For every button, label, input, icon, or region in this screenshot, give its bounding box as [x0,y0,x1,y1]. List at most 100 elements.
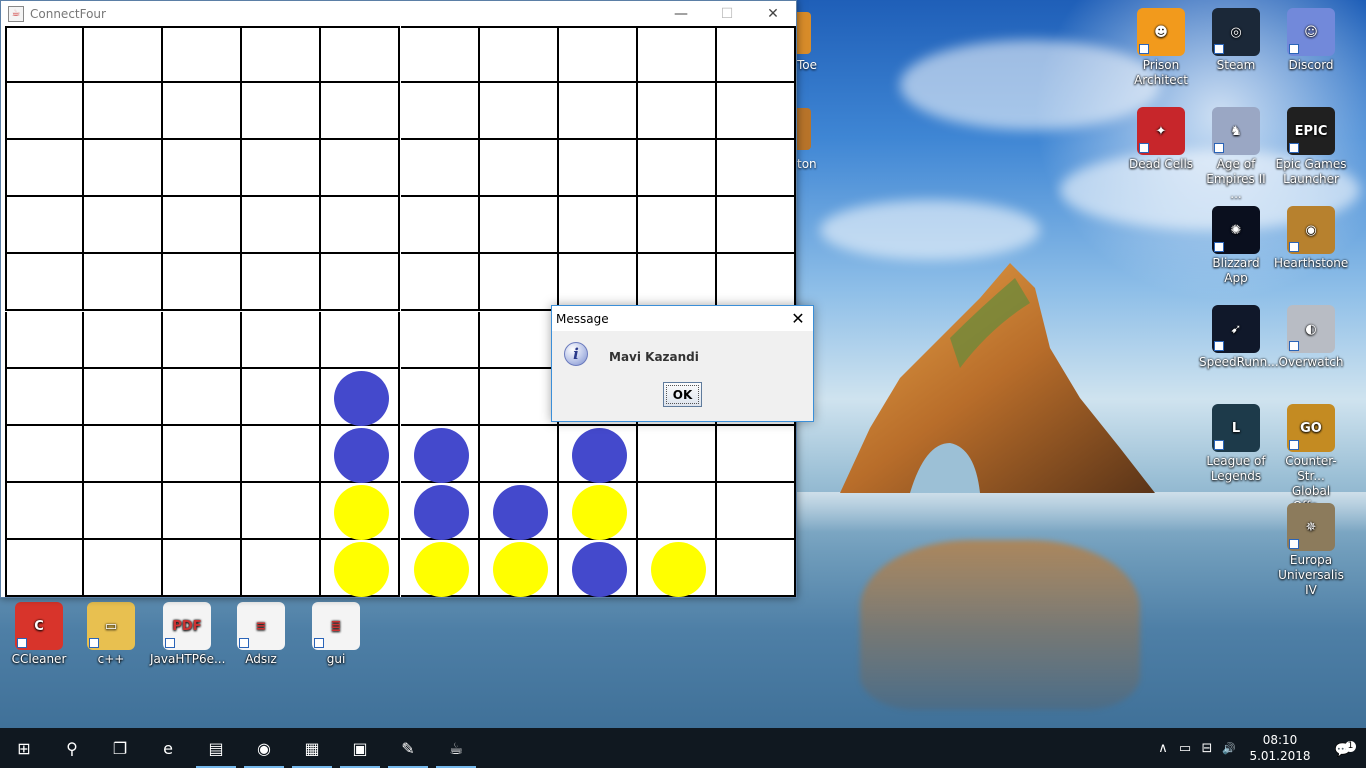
minimize-button[interactable]: — [658,1,704,26]
board-cell[interactable] [163,368,243,426]
desktop-icon-dead-cells[interactable]: ✦ Dead Cells [1124,107,1198,172]
board-cell[interactable] [479,254,559,312]
board-cell[interactable] [242,197,322,255]
volume-icon[interactable]: 🔊 [1218,742,1240,755]
close-button[interactable]: ✕ [750,1,796,26]
board-cell[interactable] [163,140,243,198]
virtualbox-button[interactable]: ▣ [336,728,384,768]
board-cell[interactable] [479,197,559,255]
desktop-icon-blizzard-app[interactable]: ✺ Blizzard App [1199,206,1273,286]
task-view-button[interactable]: ❐ [96,728,144,768]
desktop-icon-speedrunners[interactable]: ➹ SpeedRunn... [1199,305,1279,370]
board-cell[interactable] [400,140,480,198]
desktop-icon-hearthstone[interactable]: ◉ Hearthstone [1274,206,1348,271]
board-cell[interactable] [479,26,559,84]
board-cell[interactable] [479,368,559,426]
chrome-button[interactable]: ◉ [240,728,288,768]
board-cell[interactable] [400,83,480,141]
board-cell[interactable] [5,83,85,141]
board-cell[interactable] [558,254,638,312]
board-cell[interactable] [163,83,243,141]
connectfour-window[interactable]: ☕ ConnectFour — ☐ ✕ [0,0,797,598]
board-cell[interactable] [84,197,164,255]
message-dialog[interactable]: Message ✕ i Mavi Kazandi OK [551,305,814,422]
edge-button[interactable]: e [144,728,192,768]
board-cell[interactable] [400,368,480,426]
board-cell[interactable] [5,140,85,198]
board-cell[interactable] [321,254,401,312]
board-cell[interactable] [5,197,85,255]
board-cell[interactable] [400,197,480,255]
board-cell[interactable] [84,311,164,369]
desktop-icon-javahtp6e[interactable]: PDF JavaHTP6e... [150,602,225,667]
board-cell[interactable] [5,26,85,84]
ok-button[interactable]: OK [663,382,702,407]
paint-palette-button[interactable]: ✎ [384,728,432,768]
board-cell[interactable] [84,83,164,141]
board-cell[interactable] [242,482,322,540]
board-cell[interactable] [84,254,164,312]
clock[interactable]: 08:10 5.01.2018 [1240,732,1320,764]
board-cell[interactable] [400,311,480,369]
board-cell[interactable] [479,83,559,141]
board-cell[interactable] [5,425,85,483]
paint-button[interactable]: ▦ [288,728,336,768]
board-cell[interactable] [242,254,322,312]
desktop-icon-epic-games-launcher[interactable]: EPIC Epic Games Launcher [1274,107,1348,187]
maximize-button[interactable]: ☐ [704,1,750,26]
board-cell[interactable] [321,311,401,369]
board-cell[interactable] [163,26,243,84]
board-cell[interactable] [242,539,322,597]
board-cell[interactable] [321,197,401,255]
board-cell[interactable] [716,197,796,255]
board-cell[interactable] [5,482,85,540]
board-cell[interactable] [84,140,164,198]
board-cell[interactable] [637,197,717,255]
desktop-icon-age-of-empires-ii[interactable]: ♞ Age of Empires II ... [1199,107,1273,202]
board-cell[interactable] [716,482,796,540]
board-cell[interactable] [5,311,85,369]
board-cell[interactable] [479,311,559,369]
desktop-partial-icon[interactable] [797,108,811,150]
board-cell[interactable] [163,482,243,540]
window-titlebar[interactable]: ☕ ConnectFour — ☐ ✕ [1,1,796,26]
board-cell[interactable] [163,425,243,483]
desktop-icon-league-of-legends[interactable]: L League of Legends [1199,404,1273,484]
board-cell[interactable] [84,539,164,597]
board-cell[interactable] [163,539,243,597]
start-button[interactable]: ⊞ [0,728,48,768]
board-cell[interactable] [637,83,717,141]
desktop-icon-c-[interactable]: ▭ c++ [74,602,148,667]
desktop-icon-discord[interactable]: ☺ Discord [1274,8,1348,73]
board-cell[interactable] [637,140,717,198]
board-cell[interactable] [716,140,796,198]
board-cell[interactable] [479,425,559,483]
battery-icon[interactable]: ▭ [1174,741,1196,756]
board-cell[interactable] [558,26,638,84]
board-cell[interactable] [400,254,480,312]
board-cell[interactable] [163,311,243,369]
board-cell[interactable] [242,368,322,426]
desktop-icon-ccleaner[interactable]: C CCleaner [2,602,76,667]
desktop-partial-icon[interactable] [797,12,811,54]
board-cell[interactable] [716,26,796,84]
desktop-partial-label[interactable]: ton [797,157,817,171]
board-cell[interactable] [5,254,85,312]
desktop-icon-overwatch[interactable]: ◐ Overwatch [1274,305,1348,370]
board-cell[interactable] [716,254,796,312]
board-cell[interactable] [558,83,638,141]
board-cell[interactable] [84,425,164,483]
java-button[interactable]: ☕ [432,728,480,768]
board-cell[interactable] [5,539,85,597]
board-cell[interactable] [637,482,717,540]
desktop-icon-prison-architect[interactable]: ☻ Prison Architect [1124,8,1198,88]
dialog-close-button[interactable]: ✕ [783,309,813,328]
search-button[interactable]: ⚲ [48,728,96,768]
file-explorer-button[interactable]: ▤ [192,728,240,768]
board-cell[interactable] [242,26,322,84]
board-cell[interactable] [637,26,717,84]
board-cell[interactable] [716,539,796,597]
board-cell[interactable] [84,482,164,540]
board-cell[interactable] [163,254,243,312]
desktop-partial-label[interactable]: Toe [797,58,817,72]
